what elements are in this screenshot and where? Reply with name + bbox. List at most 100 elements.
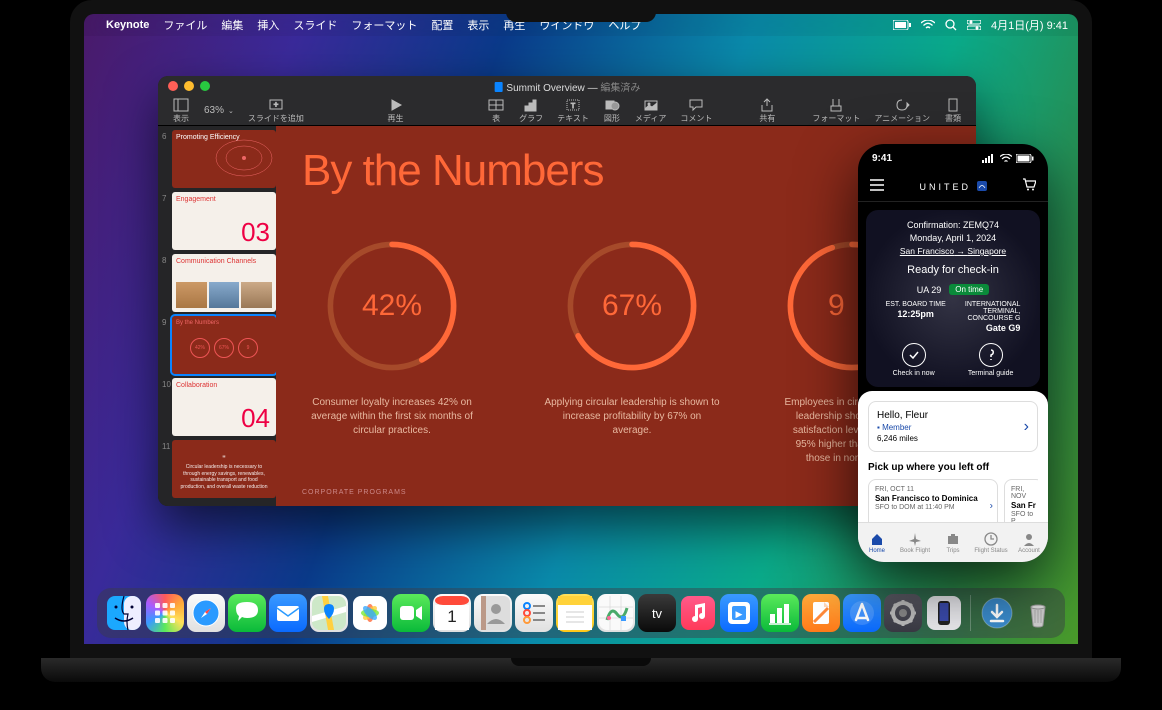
window-zoom-button[interactable]: [200, 81, 210, 91]
menu-arrange[interactable]: 配置: [431, 17, 453, 33]
pickup-heading: Pick up where you left off: [868, 462, 1038, 473]
tab-account[interactable]: Account: [1010, 523, 1048, 562]
tab-home[interactable]: Home: [858, 523, 896, 562]
menu-view[interactable]: 表示: [467, 17, 489, 33]
toolbar-share[interactable]: 共有: [752, 98, 782, 124]
slide-thumb[interactable]: 8Communication Channels: [162, 254, 272, 312]
battery-icon[interactable]: [893, 20, 911, 30]
status-badge: On time: [949, 284, 989, 295]
dock-downloads[interactable]: [978, 594, 1016, 632]
menubar-clock[interactable]: 4月1日(月) 9:41: [991, 17, 1068, 33]
member-tier: ▪ Member: [877, 423, 1029, 432]
phone-status-bar: 9:41: [858, 144, 1048, 172]
dock-contacts[interactable]: [474, 594, 512, 632]
toolbar-play[interactable]: 再生: [356, 98, 436, 124]
toolbar-shape[interactable]: 図形: [597, 98, 627, 124]
dock-safari[interactable]: [187, 594, 225, 632]
toolbar-zoom[interactable]: 63%⌄: [198, 105, 240, 116]
hamburger-icon[interactable]: [870, 178, 884, 196]
miles-text: 6,246 miles: [877, 434, 1029, 443]
menu-format[interactable]: フォーマット: [351, 17, 417, 33]
confirmation-text: Confirmation: ZEMQ74: [876, 220, 1030, 230]
chevron-right-icon: ›: [1024, 418, 1029, 436]
dock-freeform[interactable]: [597, 594, 635, 632]
dock-facetime[interactable]: [392, 594, 430, 632]
window-minimize-button[interactable]: [184, 81, 194, 91]
dock-launchpad[interactable]: [146, 594, 184, 632]
dock-settings[interactable]: [884, 594, 922, 632]
iphone-mirror-window[interactable]: 9:41 UNITED Confirmation: ZEMQ74 Monday,…: [858, 144, 1048, 562]
slide-thumb-selected[interactable]: 9By the Numbers42%67%9: [162, 316, 272, 374]
route-link[interactable]: San Francisco → Singapore: [876, 246, 1030, 256]
cart-icon[interactable]: [1022, 178, 1036, 196]
dock-maps[interactable]: [310, 594, 348, 632]
dock-trash[interactable]: [1019, 594, 1057, 632]
dock-photos[interactable]: [351, 594, 389, 632]
stat-2: 67% Applying circular leadership is show…: [542, 236, 722, 466]
user-card[interactable]: Hello, Fleur ▪ Member 6,246 miles ›: [868, 401, 1038, 452]
keynote-window: Summit Overview — 編集済み 表示 63%⌄ +スライドを追加 …: [158, 76, 976, 506]
svg-text:▶: ▶: [736, 609, 743, 619]
slide-title: By the Numbers: [302, 146, 950, 196]
svg-text:T: T: [571, 103, 576, 110]
checkin-button[interactable]: Check in now: [893, 343, 935, 377]
toolbar-text[interactable]: Tテキスト: [551, 98, 595, 124]
slide-thumb[interactable]: 11"Circular leadership is necessary toth…: [162, 440, 272, 498]
svg-text:1: 1: [447, 607, 456, 626]
slide-footer: CORPORATE PROGRAMS: [302, 489, 407, 496]
menu-slide[interactable]: スライド: [293, 17, 337, 33]
signal-wifi-battery-icon: [982, 154, 1034, 163]
document-title: Summit Overview — 編集済み: [494, 79, 641, 94]
slide-navigator[interactable]: 6Promoting Efficiency 7Engagement03 8Com…: [158, 126, 276, 506]
window-close-button[interactable]: [168, 81, 178, 91]
keynote-toolbar: 表示 63%⌄ +スライドを追加 再生 表 グラフ Tテキスト 図形 メディア …: [158, 96, 976, 126]
toolbar-chart[interactable]: グラフ: [513, 98, 549, 124]
flight-number: UA 29: [917, 285, 942, 295]
toolbar-animate[interactable]: アニメーション: [868, 98, 936, 124]
terminal-guide-button[interactable]: Terminal guide: [968, 343, 1014, 377]
toolbar-document[interactable]: 書類: [938, 98, 968, 124]
toolbar-comment[interactable]: コメント: [674, 98, 718, 124]
dock-calendar[interactable]: 1: [433, 594, 471, 632]
toolbar-format[interactable]: フォーマット: [806, 98, 866, 124]
tab-status[interactable]: Flight Status: [972, 523, 1010, 562]
control-center-icon[interactable]: [967, 20, 981, 30]
united-logo: UNITED: [919, 181, 986, 192]
dock-music[interactable]: [679, 594, 717, 632]
toolbar-add-slide[interactable]: +スライドを追加: [242, 98, 310, 124]
slide-thumb[interactable]: 10Collaboration04: [162, 378, 272, 436]
dock-appstore[interactable]: [843, 594, 881, 632]
dock-numbers[interactable]: [761, 594, 799, 632]
dock-mail[interactable]: [269, 594, 307, 632]
menu-file[interactable]: ファイル: [163, 17, 207, 33]
dock-appstore-alt[interactable]: ▶: [720, 594, 758, 632]
slide-thumb[interactable]: 6Promoting Efficiency: [162, 130, 272, 188]
dock-reminders[interactable]: [515, 594, 553, 632]
dock-iphone-mirror[interactable]: [925, 594, 963, 632]
macos-dock: 1 tv ▶: [97, 588, 1065, 638]
toolbar-view[interactable]: 表示: [166, 98, 196, 124]
window-titlebar[interactable]: Summit Overview — 編集済み: [158, 76, 976, 96]
tab-book[interactable]: Book Flight: [896, 523, 934, 562]
checkin-status: Ready for check-in: [876, 264, 1030, 276]
svg-text:tv: tv: [652, 606, 663, 621]
dock-separator: [970, 595, 971, 631]
gate-info: INTERNATIONALTERMINAL,CONCOURSE GGate G9: [965, 301, 1021, 333]
tab-trips[interactable]: Trips: [934, 523, 972, 562]
toolbar-media[interactable]: メディア: [629, 98, 672, 124]
toolbar-table[interactable]: 表: [481, 98, 511, 124]
dock-tv[interactable]: tv: [638, 594, 676, 632]
boarding-card[interactable]: Confirmation: ZEMQ74 Monday, April 1, 20…: [866, 210, 1040, 387]
wifi-icon[interactable]: [921, 20, 935, 30]
dock-pages[interactable]: [802, 594, 840, 632]
spotlight-icon[interactable]: [945, 19, 957, 31]
slide-thumb[interactable]: 7Engagement03: [162, 192, 272, 250]
dock-messages[interactable]: [228, 594, 266, 632]
menu-insert[interactable]: 挿入: [257, 17, 279, 33]
dock-finder[interactable]: [105, 594, 143, 632]
app-menu[interactable]: Keynote: [106, 19, 149, 31]
menu-edit[interactable]: 編集: [221, 17, 243, 33]
dock-notes[interactable]: [556, 594, 594, 632]
phone-tab-bar: Home Book Flight Trips Flight Status Acc…: [858, 522, 1048, 562]
hello-text: Hello, Fleur: [877, 410, 1029, 421]
